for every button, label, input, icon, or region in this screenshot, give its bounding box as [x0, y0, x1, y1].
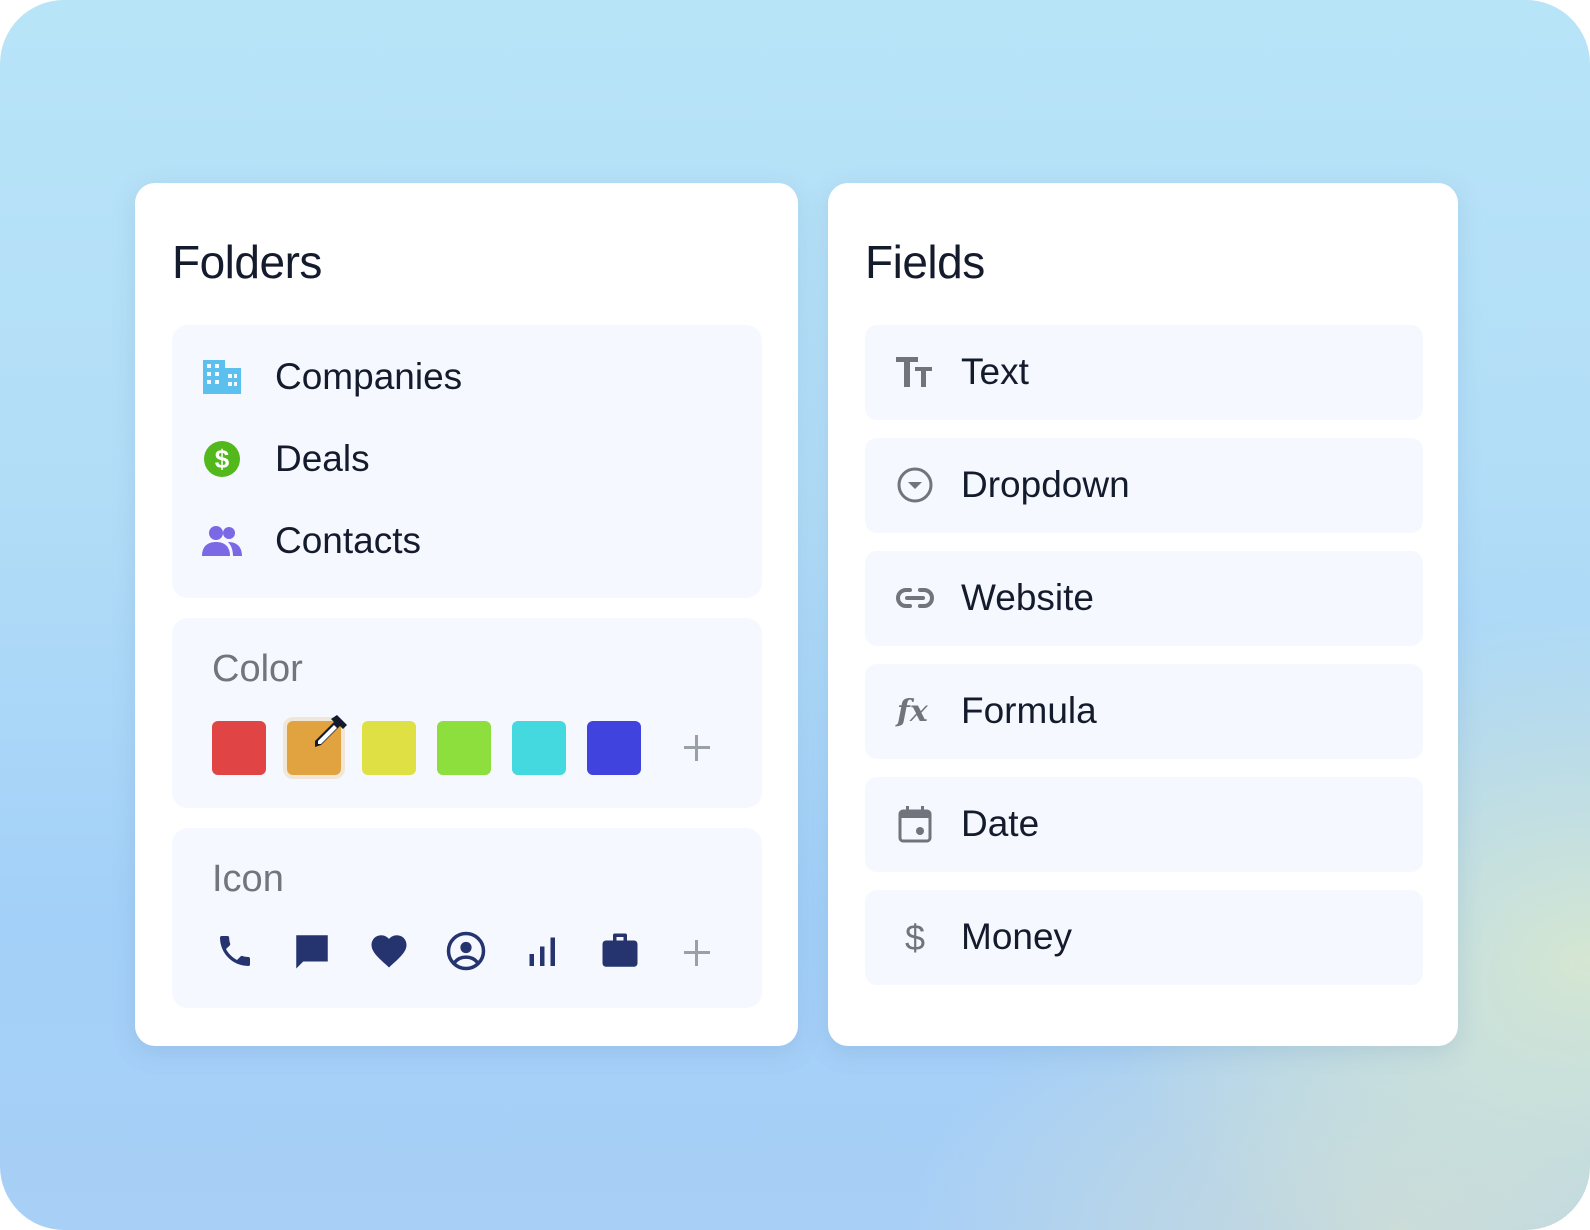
add-color-button[interactable]	[682, 733, 712, 763]
color-section: Color	[172, 618, 762, 808]
dropdown-circle-icon	[895, 465, 935, 505]
field-item-dropdown[interactable]: Dropdown	[865, 438, 1423, 533]
field-item-formula[interactable]: fx Formula	[865, 664, 1423, 759]
folder-item-contacts[interactable]: Contacts	[172, 511, 762, 571]
svg-text:$: $	[905, 917, 925, 957]
folder-label: Deals	[275, 438, 370, 479]
field-item-date[interactable]: Date	[865, 777, 1423, 872]
dollar-icon: $	[895, 917, 935, 957]
folder-item-deals[interactable]: $ Deals	[172, 429, 762, 489]
swatch-cyan[interactable]	[512, 721, 566, 775]
calendar-icon	[895, 804, 935, 844]
building-icon	[202, 357, 242, 397]
folder-label: Companies	[275, 356, 463, 397]
svg-text:fx: fx	[895, 694, 929, 729]
swatch-blue[interactable]	[587, 721, 641, 775]
fields-card: Fields Text Dropdown Website fx Formula	[828, 183, 1458, 1046]
folder-label: Contacts	[275, 520, 422, 561]
field-label: Website	[961, 577, 1094, 618]
user-circle-icon[interactable]	[443, 928, 489, 974]
field-label: Dropdown	[961, 464, 1130, 505]
briefcase-icon[interactable]	[597, 928, 643, 974]
swatch-green[interactable]	[437, 721, 491, 775]
field-item-website[interactable]: Website	[865, 551, 1423, 646]
folders-title: Folders	[172, 236, 322, 288]
users-icon	[202, 521, 242, 561]
field-label: Date	[961, 803, 1040, 844]
svg-text:$: $	[215, 444, 230, 474]
background: Folders Companies $ Deals Contacts Color…	[0, 0, 1590, 1230]
field-label: Text	[961, 351, 1029, 392]
swatch-orange[interactable]	[287, 715, 347, 775]
field-label: Formula	[961, 690, 1097, 731]
folder-list: Companies $ Deals Contacts	[172, 325, 762, 598]
swatch-red[interactable]	[212, 721, 266, 775]
dollar-circle-icon: $	[202, 439, 242, 479]
field-label: Money	[961, 916, 1073, 957]
phone-icon[interactable]	[212, 928, 258, 974]
link-icon	[895, 578, 935, 618]
text-type-icon	[895, 352, 935, 392]
chat-bubble-icon[interactable]	[289, 928, 335, 974]
field-item-money[interactable]: $ Money	[865, 890, 1423, 985]
folders-card: Folders Companies $ Deals Contacts Color…	[135, 183, 798, 1046]
folder-item-companies[interactable]: Companies	[172, 347, 762, 407]
eyedropper-icon	[315, 715, 347, 747]
swatch-yellow[interactable]	[362, 721, 416, 775]
field-item-text[interactable]: Text	[865, 325, 1423, 420]
icon-section: Icon	[172, 828, 762, 1008]
bar-chart-icon[interactable]	[520, 928, 566, 974]
fields-title: Fields	[865, 236, 985, 288]
color-label: Color	[212, 648, 303, 690]
heart-icon[interactable]	[366, 928, 412, 974]
icon-label: Icon	[212, 858, 284, 900]
add-icon-button[interactable]	[682, 938, 712, 968]
function-icon: fx	[895, 691, 935, 731]
